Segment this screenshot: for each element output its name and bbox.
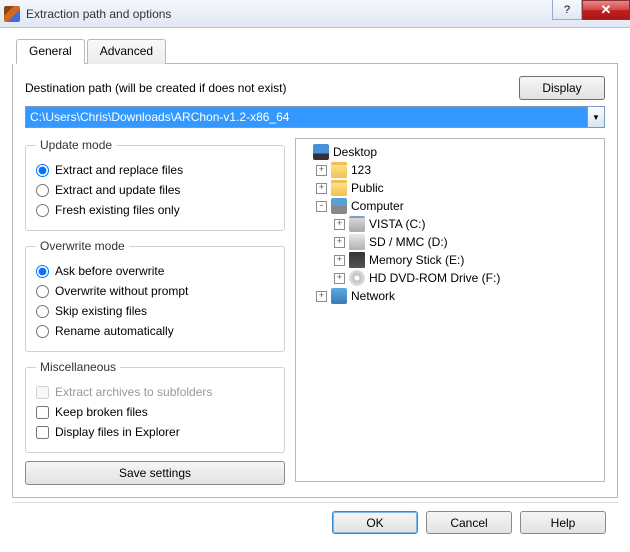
desktop-icon: [313, 144, 329, 160]
tree-vista[interactable]: + VISTA (C:): [298, 215, 602, 233]
tab-strip: General Advanced: [16, 38, 618, 64]
tree-sd[interactable]: + SD / MMC (D:): [298, 233, 602, 251]
radio-skip-existing[interactable]: [36, 305, 49, 318]
folder-icon: [331, 162, 347, 178]
collapse-icon[interactable]: -: [316, 201, 327, 212]
dropdown-icon[interactable]: ▼: [587, 107, 604, 127]
opt-ask-overwrite[interactable]: Ask before overwrite: [36, 261, 274, 281]
check-subfolders: [36, 386, 49, 399]
expand-icon[interactable]: +: [316, 165, 327, 176]
tree-memorystick[interactable]: + Memory Stick (E:): [298, 251, 602, 269]
overwrite-mode-legend: Overwrite mode: [36, 239, 129, 253]
tab-panel-general: Destination path (will be created if doe…: [12, 64, 618, 498]
expand-icon[interactable]: +: [316, 183, 327, 194]
tree-desktop[interactable]: Desktop: [298, 143, 602, 161]
destination-path-input[interactable]: [26, 108, 587, 126]
overwrite-mode-group: Overwrite mode Ask before overwrite Over…: [25, 239, 285, 352]
titlebar: Extraction path and options ? ✕: [0, 0, 630, 28]
opt-rename-auto[interactable]: Rename automatically: [36, 321, 274, 341]
radio-rename-auto[interactable]: [36, 325, 49, 338]
expand-icon[interactable]: +: [334, 255, 345, 266]
close-button[interactable]: ✕: [582, 0, 630, 20]
destination-path-combo[interactable]: ▼: [25, 106, 605, 128]
dialog-footer: OK Cancel Help: [12, 502, 618, 542]
radio-overwrite-noprompt[interactable]: [36, 285, 49, 298]
memorystick-icon: [349, 252, 365, 268]
opt-display-explorer[interactable]: Display files in Explorer: [36, 422, 274, 442]
opt-keep-broken[interactable]: Keep broken files: [36, 402, 274, 422]
sd-icon: [349, 234, 365, 250]
opt-subfolders: Extract archives to subfolders: [36, 382, 274, 402]
radio-fresh-only[interactable]: [36, 204, 49, 217]
cancel-button[interactable]: Cancel: [426, 511, 512, 534]
tab-general[interactable]: General: [16, 39, 85, 64]
tab-advanced[interactable]: Advanced: [87, 39, 166, 64]
opt-overwrite-noprompt[interactable]: Overwrite without prompt: [36, 281, 274, 301]
help-button[interactable]: ?: [552, 0, 582, 20]
tree-computer[interactable]: - Computer: [298, 197, 602, 215]
opt-fresh-only[interactable]: Fresh existing files only: [36, 200, 274, 220]
opt-skip-existing[interactable]: Skip existing files: [36, 301, 274, 321]
misc-group: Miscellaneous Extract archives to subfol…: [25, 360, 285, 453]
expand-icon[interactable]: +: [316, 291, 327, 302]
network-icon: [331, 288, 347, 304]
check-keep-broken[interactable]: [36, 406, 49, 419]
expand-icon[interactable]: +: [334, 219, 345, 230]
misc-legend: Miscellaneous: [36, 360, 120, 374]
tree-network[interactable]: + Network: [298, 287, 602, 305]
destination-label: Destination path (will be created if doe…: [25, 81, 511, 95]
radio-ask-overwrite[interactable]: [36, 265, 49, 278]
tree-public[interactable]: + Public: [298, 179, 602, 197]
expand-icon[interactable]: +: [334, 273, 345, 284]
drive-icon: [349, 216, 365, 232]
update-mode-legend: Update mode: [36, 138, 116, 152]
expand-icon[interactable]: +: [334, 237, 345, 248]
winrar-icon: [4, 6, 20, 22]
help-button[interactable]: Help: [520, 511, 606, 534]
tree-123[interactable]: + 123: [298, 161, 602, 179]
opt-extract-update[interactable]: Extract and update files: [36, 180, 274, 200]
update-mode-group: Update mode Extract and replace files Ex…: [25, 138, 285, 231]
save-settings-button[interactable]: Save settings: [25, 461, 285, 485]
folder-icon: [331, 180, 347, 196]
window-title: Extraction path and options: [26, 7, 171, 21]
folder-tree[interactable]: Desktop + 123 + Public -: [295, 138, 605, 482]
dvd-icon: [349, 270, 365, 286]
opt-extract-replace[interactable]: Extract and replace files: [36, 160, 274, 180]
display-button[interactable]: Display: [519, 76, 605, 100]
ok-button[interactable]: OK: [332, 511, 418, 534]
tree-dvd[interactable]: + HD DVD-ROM Drive (F:): [298, 269, 602, 287]
radio-extract-replace[interactable]: [36, 164, 49, 177]
computer-icon: [331, 198, 347, 214]
check-display-explorer[interactable]: [36, 426, 49, 439]
radio-extract-update[interactable]: [36, 184, 49, 197]
